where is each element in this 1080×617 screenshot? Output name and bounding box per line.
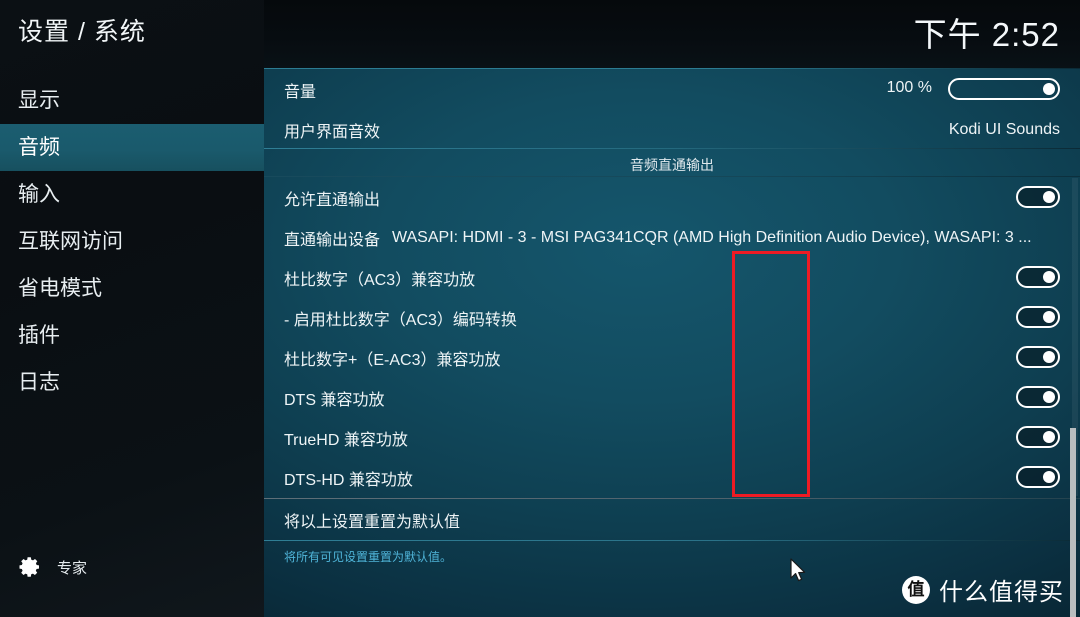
toggle-eac3-receiver[interactable] bbox=[1016, 346, 1060, 368]
scrollbar-thumb[interactable] bbox=[1070, 428, 1076, 617]
divider-section-under-title bbox=[264, 176, 1080, 177]
toggle-knob bbox=[1043, 191, 1055, 203]
setting-label-ui-sounds: 用户界面音效 bbox=[284, 124, 381, 141]
setting-row-ac3-transcode[interactable]: - 启用杜比数字（AC3）编码转换 bbox=[264, 298, 1080, 338]
watermark-text: 什么值得买 bbox=[939, 579, 1064, 606]
volume-slider-knob[interactable] bbox=[1043, 83, 1055, 95]
sidebar-item-label: 显示 bbox=[18, 89, 60, 112]
sidebar-item-label: 省电模式 bbox=[18, 277, 102, 300]
sidebar-item-label: 日志 bbox=[18, 371, 60, 394]
toggle-knob bbox=[1043, 271, 1055, 283]
setting-row-truehd-receiver[interactable]: TrueHD 兼容功放 bbox=[264, 418, 1080, 458]
settings-level-label: 专家 bbox=[57, 559, 88, 577]
sidebar-item-internet-access[interactable]: 互联网访问 bbox=[0, 218, 264, 265]
sidebar-item-audio[interactable]: 音频 bbox=[0, 124, 264, 171]
sidebar-item-addons[interactable]: 插件 bbox=[0, 312, 264, 359]
setting-row-eac3-receiver[interactable]: 杜比数字+（E-AC3）兼容功放 bbox=[264, 338, 1080, 378]
setting-value-passthrough-device: WASAPI: HDMI - 3 - MSI PAG341CQR (AMD Hi… bbox=[392, 229, 1032, 246]
setting-label-eac3-receiver: 杜比数字+（E-AC3）兼容功放 bbox=[284, 352, 501, 369]
setting-row-allow-passthrough[interactable]: 允许直通输出 bbox=[264, 178, 1080, 218]
setting-description-reset: 将所有可见设置重置为默认值。 bbox=[284, 550, 453, 564]
setting-row-reset-defaults[interactable]: 将以上设置重置为默认值 bbox=[264, 500, 1080, 540]
volume-value: 100 % bbox=[886, 79, 932, 96]
toggle-knob bbox=[1043, 471, 1055, 483]
sidebar-item-power-saving[interactable]: 省电模式 bbox=[0, 265, 264, 312]
setting-label-dts-receiver: DTS 兼容功放 bbox=[284, 392, 385, 409]
toggle-knob bbox=[1043, 431, 1055, 443]
setting-label-ac3-transcode: - 启用杜比数字（AC3）编码转换 bbox=[284, 312, 517, 329]
divider-reset-bottom bbox=[264, 540, 1080, 541]
gear-icon bbox=[18, 555, 42, 579]
divider-reset-top bbox=[264, 498, 1080, 499]
sidebar-list: 显示 音频 输入 互联网访问 省电模式 插件 日志 bbox=[0, 77, 264, 406]
scrollbar-track[interactable] bbox=[1070, 178, 1078, 617]
content-header: 下午 2:52 bbox=[264, 0, 1080, 68]
setting-label-reset-defaults: 将以上设置重置为默认值 bbox=[284, 514, 461, 531]
mouse-cursor bbox=[790, 558, 808, 589]
setting-row-dts-receiver[interactable]: DTS 兼容功放 bbox=[264, 378, 1080, 418]
setting-label-volume: 音量 bbox=[284, 84, 317, 101]
setting-label-allow-passthrough: 允许直通输出 bbox=[284, 192, 381, 209]
toggle-truehd-receiver[interactable] bbox=[1016, 426, 1060, 448]
toggle-allow-passthrough[interactable] bbox=[1016, 186, 1060, 208]
sidebar-item-label: 插件 bbox=[18, 324, 60, 347]
watermark-logo-icon: 值 bbox=[902, 575, 930, 604]
toggle-ac3-receiver[interactable] bbox=[1016, 266, 1060, 288]
clock: 下午 2:52 bbox=[913, 16, 1060, 53]
kodi-settings-screen: 设置 / 系统 显示 音频 输入 互联网访问 省电模式 插件 日志 专家 下午 … bbox=[0, 0, 1080, 617]
toggle-dtshd-receiver[interactable] bbox=[1016, 466, 1060, 488]
settings-content-panel: 下午 2:52 音量 100 % 用户界面音效 Kodi UI Sounds 音… bbox=[264, 0, 1080, 617]
sidebar-item-input[interactable]: 输入 bbox=[0, 171, 264, 218]
setting-label-ac3-receiver: 杜比数字（AC3）兼容功放 bbox=[284, 272, 476, 289]
toggle-ac3-transcode[interactable] bbox=[1016, 306, 1060, 328]
setting-label-truehd-receiver: TrueHD 兼容功放 bbox=[284, 432, 408, 449]
setting-label-passthrough-device: 直通输出设备 bbox=[284, 232, 381, 249]
toggle-knob bbox=[1043, 311, 1055, 323]
sidebar-item-label: 音频 bbox=[18, 136, 60, 159]
toggle-knob bbox=[1043, 351, 1055, 363]
toggle-knob bbox=[1043, 391, 1055, 403]
setting-row-ac3-receiver[interactable]: 杜比数字（AC3）兼容功放 bbox=[264, 258, 1080, 298]
setting-row-dtshd-receiver[interactable]: DTS-HD 兼容功放 bbox=[264, 458, 1080, 498]
volume-slider[interactable] bbox=[948, 78, 1060, 100]
sidebar-item-label: 输入 bbox=[18, 183, 60, 206]
sidebar-item-display[interactable]: 显示 bbox=[0, 77, 264, 124]
section-title-passthrough: 音频直通输出 bbox=[630, 157, 714, 173]
setting-label-dtshd-receiver: DTS-HD 兼容功放 bbox=[284, 472, 413, 489]
divider-top bbox=[264, 68, 1080, 69]
setting-row-passthrough-device[interactable]: 直通输出设备 WASAPI: HDMI - 3 - MSI PAG341CQR … bbox=[264, 218, 1080, 258]
watermark: 值 什么值得买 bbox=[902, 572, 1064, 607]
sidebar-item-label: 互联网访问 bbox=[18, 230, 123, 253]
settings-level-selector[interactable]: 专家 bbox=[18, 555, 87, 579]
setting-row-ui-sounds[interactable]: 用户界面音效 Kodi UI Sounds bbox=[264, 110, 1080, 150]
setting-value-ui-sounds: Kodi UI Sounds bbox=[948, 121, 1060, 138]
toggle-dts-receiver[interactable] bbox=[1016, 386, 1060, 408]
page-title: 设置 / 系统 bbox=[18, 18, 146, 46]
sidebar-item-logging[interactable]: 日志 bbox=[0, 359, 264, 406]
sidebar: 设置 / 系统 显示 音频 输入 互联网访问 省电模式 插件 日志 专家 bbox=[0, 0, 264, 617]
